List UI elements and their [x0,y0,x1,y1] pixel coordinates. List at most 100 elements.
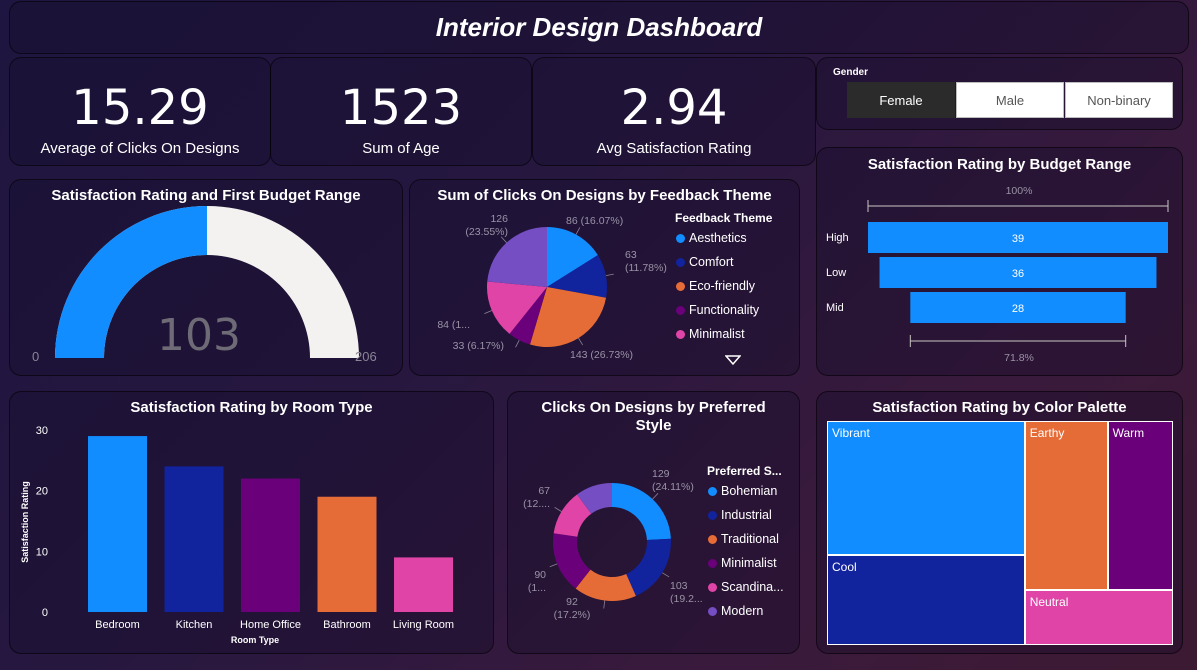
slicer-option-male[interactable]: Male [956,82,1064,118]
donut-data-label: 90 (1... [528,569,546,594]
pie-leader-line [605,273,614,277]
pie-data-label: 86 (16.07%) [566,215,623,227]
treemap-label: Cool [832,560,857,575]
treemap-title: Satisfaction Rating by Color Palette [872,399,1127,416]
pie-legend-title: Feedback Theme [675,211,773,225]
donut-leader-line [652,493,659,500]
kpi-label: Sum of Age [362,140,440,157]
donut-segment[interactable] [626,538,671,596]
donut-legend-item[interactable]: Bohemian [708,484,777,498]
room-type-bar[interactable] [317,496,377,612]
x-tick-label: Kitchen [176,619,213,631]
donut-legend-item[interactable]: Modern [708,604,763,618]
pie-legend-item[interactable]: Minimalist [676,327,745,341]
legend-marker [676,233,685,243]
legend-label: Minimalist [689,327,745,341]
legend-label: Industrial [721,508,772,522]
treemap-label: Earthy [1029,426,1065,440]
funnel-category-label: Low [826,267,846,279]
legend-label: Eco-friendly [689,279,755,293]
funnel-bottom-label: 71.8% [1004,352,1034,364]
room-type-bar-chart: Room Type Satisfaction Rating 0 10 20 30 Bed… [20,425,454,645]
donut-panel[interactable]: Clicks On Designs by Preferred Style 129… [507,391,800,654]
pie-data-label: 63 (11.78%) [625,249,667,274]
treemap-label: Vibrant [832,426,870,440]
pie-data-label: 126 (23.55%) [465,213,508,238]
donut-legend-item[interactable]: Industrial [708,508,772,522]
gauge-min-label: 0 [32,349,39,364]
kpi-card-satisfaction[interactable]: 2.94 Avg Satisfaction Rating [532,57,816,166]
kpi-card-clicks[interactable]: 15.29 Average of Clicks On Designs [9,57,271,166]
legend-marker [708,534,717,544]
treemap-tile[interactable]: Vibrant [827,421,1025,556]
pie-panel[interactable]: Sum of Clicks On Designs by Feedback The… [409,179,800,376]
funnel-value-label: 28 [1012,303,1024,315]
pie-legend-item[interactable]: Aesthetics [676,231,747,245]
y-tick-label: 0 [42,607,48,619]
donut-leader-line [554,507,562,512]
pie-data-label: 143 (26.73%) [570,349,633,361]
y-tick-label: 20 [36,486,48,498]
gauge-panel[interactable]: Satisfaction Rating and First Budget Ran… [9,179,403,376]
legend-marker [676,257,685,267]
donut-data-label: 129 (24.11%) [652,468,694,493]
treemap-tile[interactable]: Warm [1107,421,1173,591]
treemap-chart: Vibrant Cool Earthy Warm Neutral [827,421,1173,645]
kpi-value: 1523 [339,80,463,136]
legend-marker [676,305,685,315]
donut-legend-title: Preferred S... [707,464,782,478]
funnel-chart: 100% 71.8% 39 High 36 Low 28 Mid [826,185,1169,364]
legend-label: Functionality [689,303,760,317]
kpi-value: 15.29 [71,80,209,136]
funnel-value-label: 39 [1012,233,1024,245]
legend-scroll-down-icon[interactable] [725,355,741,365]
treemap-label: Neutral [1029,595,1069,610]
treemap-tile[interactable]: Neutral [1024,590,1173,645]
donut-data-label: 92 (17.2%) [554,596,591,621]
y-tick-label: 10 [36,546,48,558]
legend-marker [708,558,717,568]
x-tick-label: Bedroom [95,619,140,631]
gauge-chart: 103 0 206 [32,206,377,364]
funnel-category-label: Mid [826,302,844,314]
title-bar: Interior Design Dashboard [9,1,1189,54]
budget-funnel-panel[interactable]: Satisfaction Rating by Budget Range 100%… [816,147,1183,376]
pie-legend-item[interactable]: Functionality [676,303,759,317]
pie-legend-item[interactable]: Comfort [676,255,733,269]
donut-legend-item[interactable]: Minimalist [708,556,777,570]
legend-label: Comfort [689,255,734,269]
room-type-bar[interactable] [241,478,300,612]
room-type-bar[interactable] [88,436,147,612]
kpi-card-age[interactable]: 1523 Sum of Age [270,57,532,166]
legend-label: Traditional [721,532,779,546]
legend-label: Aesthetics [689,231,747,245]
donut-data-label: 103 (19.2... [670,580,703,605]
pie-leader-line [575,227,581,235]
treemap-label: Warm [1112,426,1145,440]
slicer-option-female[interactable]: Female [847,82,955,118]
funnel-top-label: 100% [1006,185,1033,197]
treemap-tile[interactable]: Earthy [1024,421,1108,591]
room-type-panel[interactable]: Satisfaction Rating by Room Type Room Ty… [9,391,494,654]
legend-marker [676,329,685,339]
legend-label: Minimalist [721,556,777,570]
x-axis-title: Room Type [231,635,279,645]
donut-legend-item[interactable]: Traditional [708,532,779,546]
x-tick-label: Home Office [240,619,301,631]
room-type-bar[interactable] [164,466,224,612]
treemap-tile[interactable]: Cool [827,555,1025,645]
treemap-panel[interactable]: Satisfaction Rating by Color Palette Vib… [816,391,1183,654]
pie-leader-line [515,339,520,348]
room-type-bar[interactable] [394,557,453,612]
legend-marker [708,606,717,616]
y-tick-label: 30 [36,425,48,437]
pie-legend-item[interactable]: Eco-friendly [676,279,755,293]
donut-legend-item[interactable]: Scandina... [708,580,784,594]
donut-leader-line [549,563,558,568]
funnel-category-label: High [826,232,849,244]
pie-leader-line [484,310,492,314]
legend-label: Modern [721,604,764,618]
gauge-max-label: 206 [355,349,377,364]
slicer-option-non-binary[interactable]: Non-binary [1065,82,1173,118]
y-axis-title: Satisfaction Rating [20,481,30,563]
